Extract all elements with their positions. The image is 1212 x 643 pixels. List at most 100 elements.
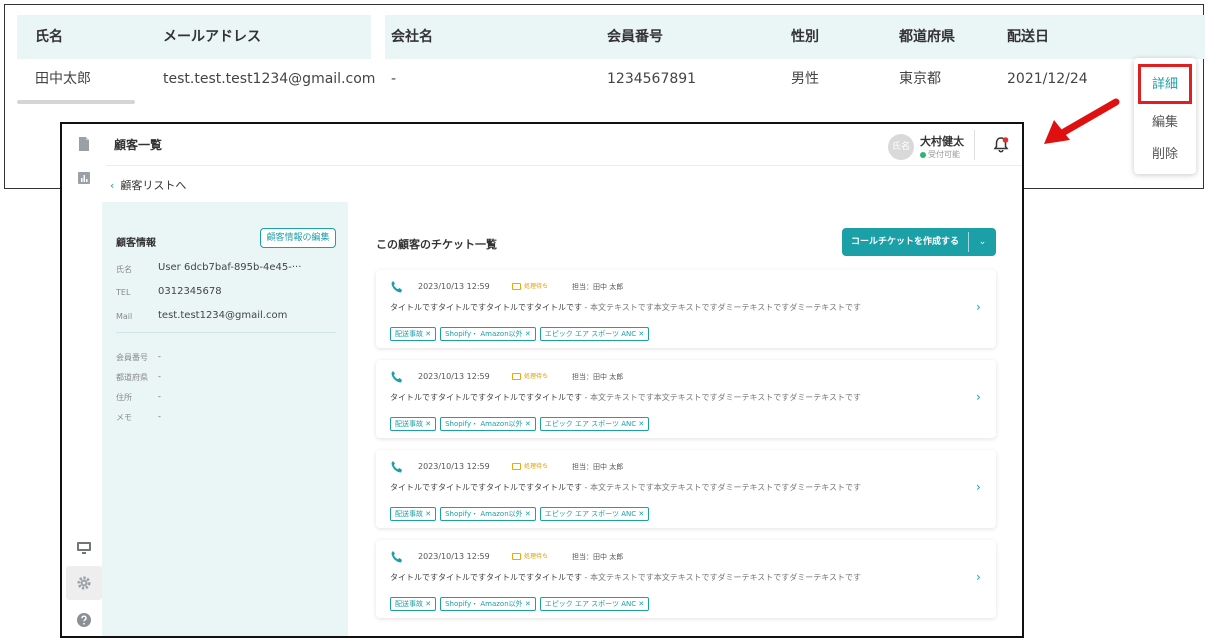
document-icon[interactable] [76, 136, 92, 152]
cell-delivery-date: 2021/12/24 [1007, 71, 1088, 87]
ticket-tags: 配送事故 ✕ Shopify・ Amazon以外 ✕ エピック エア スポーツ AN… [390, 591, 653, 611]
ticket-body: - 本文テキストです本文テキストですダミーテキストですダミーテキストです [582, 483, 862, 492]
ticket-status-label: 処理待ち [524, 553, 549, 560]
ticket-body: - 本文テキストです本文テキストですダミーテキストですダミーテキストです [582, 573, 862, 582]
info-value-name: User 6dcb7baf-895b-4e45-··· [158, 262, 302, 273]
ticket-datetime: 2023/10/13 12:59 [418, 372, 490, 381]
ticket-status-badge: 処理待ち [512, 371, 548, 380]
chevron-right-icon[interactable]: › [976, 300, 981, 314]
column-header-prefecture[interactable]: 都道府県 [899, 15, 955, 59]
back-to-customer-list-link[interactable]: ‹ 顧客リストへ [110, 177, 186, 193]
back-link-label: 顧客リストへ [120, 179, 187, 192]
ticket-card[interactable]: 2023/10/13 12:59 処理待ち 担当：田中 太郎 タイトルですタイト… [376, 450, 996, 528]
chevron-right-icon[interactable]: › [976, 570, 981, 584]
ticket-card[interactable]: 2023/10/13 12:59 処理待ち 担当：田中 太郎 タイトルですタイト… [376, 270, 996, 348]
create-call-ticket-label[interactable]: コールチケットを作成する [842, 228, 968, 256]
ticket-title-line: タイトルですタイトルですタイトルですタイトルです - 本文テキストです本文テキス… [390, 572, 861, 583]
info-value-mail: test.test1234@gmail.com [158, 310, 288, 321]
meta-label-prefecture: 都道府県 [116, 373, 148, 382]
phone-icon [391, 281, 402, 293]
phone-icon [391, 461, 402, 473]
menu-item-edit[interactable]: 編集 [1134, 108, 1196, 138]
ticket-title: タイトルですタイトルですタイトルですタイトルです [390, 483, 582, 492]
ticket-card[interactable]: 2023/10/13 12:59 処理待ち 担当：田中 太郎 タイトルですタイト… [376, 540, 996, 618]
create-call-ticket-button[interactable]: コールチケットを作成する ⌄ [842, 228, 996, 256]
horizontal-scrollbar[interactable] [17, 100, 135, 104]
cell-company: - [391, 71, 397, 87]
info-label-name: 氏名 [116, 265, 132, 274]
tag-chip[interactable]: エピック エア スポーツ ANC ✕ [539, 327, 650, 341]
status-icon [512, 283, 521, 290]
topbar-divider [974, 130, 975, 160]
ticket-assignee: 担当：田中 太郎 [572, 373, 624, 381]
tag-chip[interactable]: Shopify・ Amazon以外 ✕ [440, 327, 536, 341]
avatar[interactable]: 氏名 [888, 134, 914, 160]
cell-email: test.test.test1234@gmail.com [163, 71, 376, 87]
ticket-list-title: この顧客のチケット一覧 [376, 238, 497, 251]
phone-icon [391, 371, 402, 383]
gear-icon[interactable] [76, 575, 92, 591]
column-header-company[interactable]: 会社名 [391, 15, 433, 59]
ticket-assignee: 担当：田中 太郎 [572, 553, 624, 561]
ticket-tags: 配送事故 ✕ Shopify・ Amazon以外 ✕ エピック エア スポーツ AN… [390, 501, 653, 521]
ticket-status-label: 処理待ち [524, 283, 549, 290]
monitor-icon[interactable] [76, 540, 92, 556]
chart-icon[interactable] [76, 170, 92, 186]
ticket-body: - 本文テキストです本文テキストですダミーテキストですダミーテキストです [582, 393, 862, 402]
column-header-gender[interactable]: 性別 [791, 15, 819, 59]
ticket-datetime: 2023/10/13 12:59 [418, 282, 490, 291]
user-status-label: 受付可能 [928, 150, 960, 159]
ticket-datetime: 2023/10/13 12:59 [418, 462, 490, 471]
help-icon[interactable] [76, 612, 92, 628]
meta-label-memo: メモ [116, 413, 132, 422]
tag-chip[interactable]: エピック エア スポーツ ANC ✕ [539, 597, 650, 611]
user-status: 受付可能 [920, 149, 960, 160]
meta-label-address: 住所 [116, 393, 132, 402]
user-name[interactable]: 大村健太 [920, 133, 964, 149]
customer-info-panel: 顧客情報 顧客情報の編集 氏名 User 6dcb7baf-895b-4e45-… [102, 202, 348, 636]
tag-chip[interactable]: エピック エア スポーツ ANC ✕ [539, 417, 650, 431]
chevron-down-icon[interactable]: ⌄ [969, 228, 996, 256]
meta-value-prefecture: - [158, 372, 161, 381]
chevron-right-icon[interactable]: › [976, 390, 981, 404]
column-header-email[interactable]: メールアドレス [163, 15, 261, 59]
column-header-name[interactable]: 氏名 [35, 15, 63, 59]
info-label-tel: TEL [116, 288, 131, 297]
table-header-row: 氏名 メールアドレス 会社名 会員番号 性別 都道府県 配送日 [17, 15, 1205, 107]
app-topbar: 顧客一覧 氏名 大村健太 受付可能 [106, 124, 1022, 166]
menu-item-detail[interactable]: 詳細 [1138, 64, 1192, 104]
ticket-title-line: タイトルですタイトルですタイトルですタイトルです - 本文テキストです本文テキス… [390, 302, 861, 313]
bell-icon[interactable] [992, 136, 1010, 154]
menu-item-delete[interactable]: 削除 [1134, 140, 1196, 170]
tag-chip[interactable]: Shopify・ Amazon以外 ✕ [440, 417, 536, 431]
ticket-title: タイトルですタイトルですタイトルですタイトルです [390, 573, 582, 582]
tag-chip[interactable]: エピック エア スポーツ ANC ✕ [539, 507, 650, 521]
meta-label-member-number: 会員番号 [116, 353, 148, 362]
ticket-status-badge: 処理待ち [512, 551, 548, 560]
table-row[interactable]: 田中太郎 test.test.test1234@gmail.com - 1234… [17, 59, 1205, 99]
ticket-card[interactable]: 2023/10/13 12:59 処理待ち 担当：田中 太郎 タイトルですタイト… [376, 360, 996, 438]
chevron-left-icon: ‹ [110, 179, 115, 192]
red-arrow-annotation [1044, 98, 1120, 144]
column-header-member-number[interactable]: 会員番号 [607, 15, 663, 59]
customer-info-title: 顧客情報 [116, 238, 156, 249]
ticket-assignee: 担当：田中 太郎 [572, 463, 624, 471]
ticket-status-badge: 処理待ち [512, 281, 548, 290]
tag-chip[interactable]: 配送事故 ✕ [390, 597, 437, 611]
chevron-right-icon[interactable]: › [976, 480, 981, 494]
tag-chip[interactable]: Shopify・ Amazon以外 ✕ [440, 597, 536, 611]
icon-rail [62, 124, 106, 636]
ticket-status-label: 処理待ち [524, 373, 549, 380]
meta-value-member-number: - [158, 352, 161, 361]
ticket-datetime: 2023/10/13 12:59 [418, 552, 490, 561]
tag-chip[interactable]: 配送事故 ✕ [390, 417, 437, 431]
tag-chip[interactable]: 配送事故 ✕ [390, 507, 437, 521]
cell-prefecture: 東京都 [899, 71, 941, 87]
ticket-title-line: タイトルですタイトルですタイトルですタイトルです - 本文テキストです本文テキス… [390, 482, 861, 493]
status-icon [512, 373, 521, 380]
tag-chip[interactable]: Shopify・ Amazon以外 ✕ [440, 507, 536, 521]
edit-customer-info-button[interactable]: 顧客情報の編集 [260, 228, 336, 248]
ticket-status-label: 処理待ち [524, 463, 549, 470]
column-header-delivery-date[interactable]: 配送日 [1007, 15, 1049, 59]
tag-chip[interactable]: 配送事故 ✕ [390, 327, 437, 341]
